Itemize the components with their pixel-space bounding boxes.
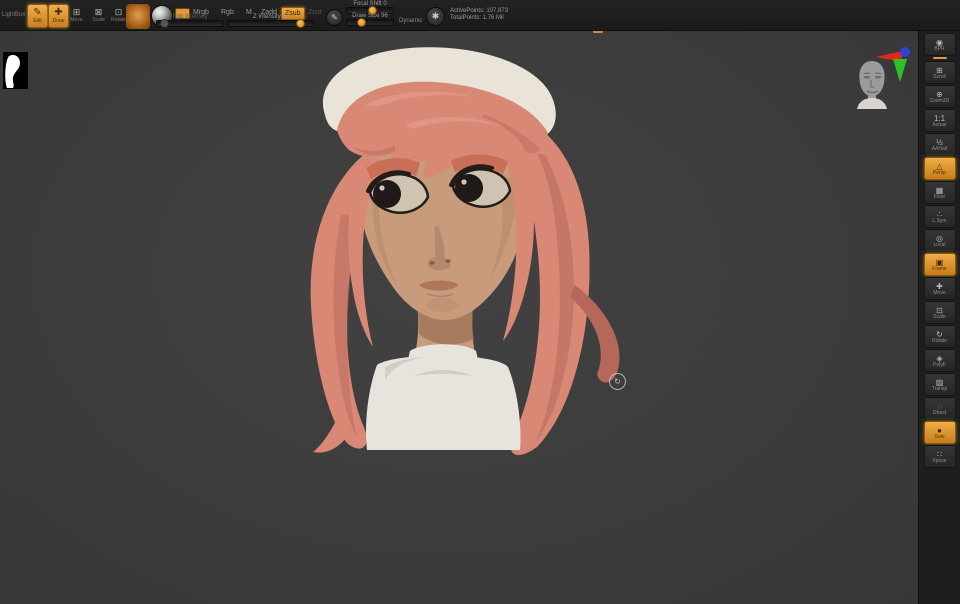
active-points: ActivePoints: 107,873 [450, 8, 509, 14]
total-points: TotalPoints: 1.76 Mil [450, 15, 504, 21]
rotate-cursor-icon: ↻ [614, 377, 621, 386]
shelf-persp-button[interactable]: △ Persp [923, 157, 956, 180]
shelf-item-caption: Scroll [933, 73, 946, 80]
shelf-item-caption: Persp [932, 169, 947, 176]
edit-icon: ✎ [33, 7, 42, 18]
shelf-item-caption: Move [933, 289, 946, 296]
shelf-xpose-button[interactable]: ∷ Xpose [923, 445, 956, 468]
shelf-ghost-button[interactable]: ◌ Ghost [923, 397, 956, 420]
shelf-polyf-button[interactable]: ◈ PolyF [923, 349, 956, 372]
current-brush-thumbnail[interactable] [126, 4, 150, 29]
shelf-item-caption: Xpose [932, 457, 947, 464]
shelf-item-caption: AAHalf [931, 145, 948, 152]
draw-button[interactable]: ✚ Draw [48, 4, 69, 28]
shelf-item-caption: Rotate [932, 337, 947, 344]
sculptris-pro-button[interactable]: ✎ [326, 9, 343, 26]
shelf-local-button[interactable]: ◎ Local [923, 229, 956, 252]
rgb-intensity-handle[interactable] [160, 19, 169, 28]
draw-size-handle[interactable] [357, 18, 366, 27]
draw-size-track[interactable] [346, 19, 394, 26]
rotate-button[interactable]: ⊡ Rotate [110, 6, 127, 24]
move-button[interactable]: ⊞ Move [68, 6, 85, 24]
shelf-item-caption: Solo [934, 433, 945, 440]
move-icon: ⊞ [72, 6, 81, 17]
document-canvas[interactable]: ↻ [0, 30, 918, 604]
shelf-floor-button[interactable]: ▦ Floor [923, 181, 956, 204]
shelf-rotate-button[interactable]: ↻ Rotate [923, 325, 956, 348]
shelf-item-caption: Transp [931, 385, 948, 392]
shelf-item-caption: BPR [934, 45, 945, 52]
rotate-label: Rotate [111, 16, 126, 23]
shelf-aahalf-button[interactable]: ½ AAHalf [923, 133, 956, 156]
edit-button[interactable]: ✎ Edit [27, 4, 48, 28]
draw-icon: ✚ [54, 7, 63, 18]
shelf-item-caption: Zoom3D [929, 97, 950, 104]
brush-cursor: ↻ [609, 373, 626, 390]
top-shelf: LightBox ✎ Edit ✚ Draw ⊞ Move ⊠ Scale ⊡ … [0, 0, 960, 31]
stats-mode-button[interactable]: ✱ [426, 7, 445, 26]
shelf-scale-button[interactable]: ⊡ Scale [923, 301, 956, 324]
shelf-item-caption: PolyF [933, 361, 946, 368]
axis-gizmo [865, 45, 920, 87]
scale-label: Scale [92, 16, 105, 23]
z-intensity-handle[interactable] [296, 19, 305, 28]
sculptris-pro-icon: ✎ [331, 13, 338, 22]
shelf-item-caption: Ghost [932, 409, 947, 416]
shelf-move-button[interactable]: ✚ Move [923, 277, 956, 300]
shelf-lsym-button[interactable]: ∴ L.Sym [923, 205, 956, 228]
shelf-actual-button[interactable]: 1:1 Actual [923, 109, 956, 132]
shelf-bpr-button[interactable]: ◉ BPR [923, 33, 956, 56]
z-axis-ball [900, 47, 910, 57]
silhouette-shape [5, 54, 20, 88]
shelf-zoom3d-button[interactable]: ⊕ Zoom3D [923, 85, 956, 108]
move-label: Move [70, 16, 83, 23]
shelf-transp-button[interactable]: ▨ Transp [923, 373, 956, 396]
dynamic-button[interactable]: Dynamic [399, 18, 422, 24]
scale-button[interactable]: ⊠ Scale [90, 6, 107, 24]
shelf-scroll-button[interactable]: ⊞ Scroll [923, 61, 956, 84]
y-axis-arrow [893, 59, 907, 82]
shelf-solo-button[interactable]: ● Solo [923, 421, 956, 444]
scale-icon: ⊠ [94, 6, 103, 17]
shelf-item-caption: Frame [932, 265, 947, 272]
shelf-item-caption: Actual [932, 121, 947, 128]
shelf-item-caption: Local [933, 241, 946, 248]
bpr-active-indicator [932, 57, 947, 59]
edit-label: Edit [33, 18, 42, 24]
rgb-intensity-slider[interactable]: Rgb Intensity [156, 14, 224, 28]
shelf-item-caption: Scale [933, 313, 946, 320]
rotate-icon: ⊡ [114, 6, 123, 17]
shelf-item-caption: L.Sym [932, 217, 947, 224]
shelf-item-caption: Floor [933, 193, 946, 200]
points-readout: ActivePoints: 107,873 TotalPoints: 1.76 … [450, 8, 508, 22]
focal-shift-handle[interactable] [368, 6, 377, 15]
stats-mode-icon: ✱ [431, 11, 440, 21]
draw-label: Draw [52, 18, 65, 24]
sculpt-character [310, 47, 620, 456]
lightbox-button[interactable]: LightBox [2, 12, 25, 18]
z-intensity-slider[interactable]: Z Intensity 30 [228, 14, 314, 28]
draw-size-slider[interactable]: Draw Size 96 [346, 13, 394, 27]
shelf-frame-button[interactable]: ▣ Frame [923, 253, 956, 276]
right-shelf: ◉ BPR ⊞ Scroll ⊕ Zoom3D 1:1 Actual ½ AAHalf △ Persp… [918, 30, 960, 604]
document-preview-thumbnail[interactable] [3, 52, 28, 89]
